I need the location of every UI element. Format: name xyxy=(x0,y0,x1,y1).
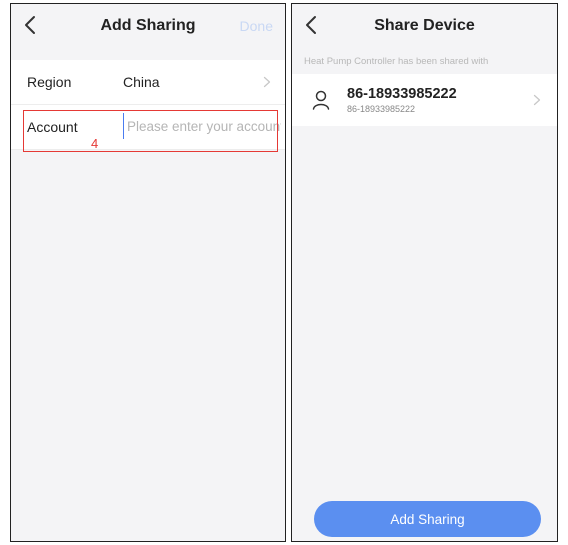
shared-user-name: 86-18933985222 xyxy=(347,86,457,102)
annotation-step-number: 4 xyxy=(91,136,99,151)
shared-user-subtitle: 86-18933985222 xyxy=(347,104,416,114)
region-value: China xyxy=(123,74,160,90)
share-device-screen: Share Device Heat Pump Controller has be… xyxy=(291,3,558,542)
page-title: Share Device xyxy=(374,17,475,34)
annotation-highlight-box xyxy=(23,110,278,152)
navbar: Share Device xyxy=(292,4,557,50)
add-sharing-screen: Add Sharing Done Region China Account 4 xyxy=(10,3,286,542)
navbar: Add Sharing Done xyxy=(11,4,285,50)
chevron-right-icon xyxy=(263,76,271,88)
region-label: Region xyxy=(27,74,72,90)
user-icon xyxy=(312,90,330,110)
region-row[interactable]: Region China xyxy=(11,60,285,105)
done-button[interactable]: Done xyxy=(240,18,273,34)
shared-user-item[interactable]: 86-18933985222 86-18933985222 xyxy=(292,74,557,126)
chevron-right-icon xyxy=(533,94,541,106)
shared-with-caption: Heat Pump Controller has been shared wit… xyxy=(304,56,489,67)
add-sharing-button[interactable]: Add Sharing xyxy=(314,501,541,537)
